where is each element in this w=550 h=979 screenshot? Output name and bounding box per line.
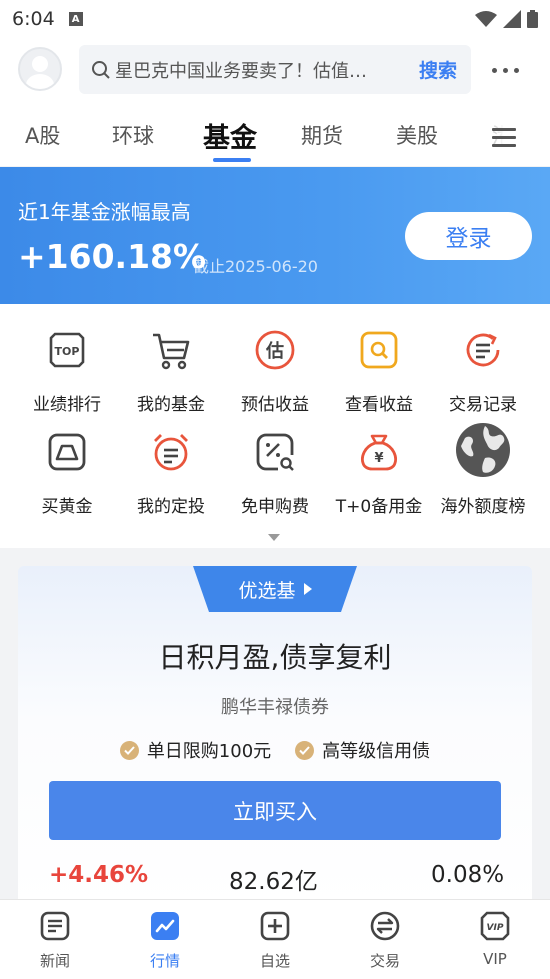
feature-label: 高等级信用债 (322, 741, 431, 762)
feature-item: 高等级信用债 (295, 737, 430, 763)
grid-item-my-auto-invest[interactable]: 我的定投 (116, 428, 226, 517)
fund-banner: 近1年基金涨幅最高 +160.18% 截止2025-06-20 登录 (0, 167, 550, 304)
grid-label: 我的定投 (137, 497, 205, 517)
search-input[interactable]: 星巴克中国业务要卖了！估值… (115, 57, 387, 83)
feature-label: 单日限购100元 (146, 741, 272, 762)
tab-futures[interactable]: 期货 (301, 120, 343, 150)
trade-record-icon (459, 326, 507, 374)
tab-funds[interactable]: 基金 (203, 116, 257, 155)
fund-shortcut-grid: TOP 业绩排行 我的基金 估 预估收益 查看收益 交易记录 买黄金 我的定投 … (0, 304, 550, 548)
grid-label: 我的基金 (137, 395, 205, 415)
grid-label: 预估收益 (241, 395, 309, 415)
nav-label: 行情 (149, 952, 180, 970)
avatar[interactable] (18, 47, 62, 91)
vip-icon: VIP (480, 911, 510, 941)
wifi-icon (475, 11, 497, 27)
nav-market[interactable]: 行情 (110, 910, 220, 971)
nav-news[interactable]: 新闻 (0, 910, 110, 971)
search-button[interactable]: 搜索 (419, 56, 457, 83)
trade-icon (370, 911, 400, 941)
nav-label: 新闻 (39, 952, 70, 970)
news-icon (40, 911, 70, 941)
grid-label: 海外额度榜 (440, 497, 526, 517)
top-header: 星巴克中国业务要卖了！估值… 搜索 (0, 38, 550, 102)
more-icon[interactable] (492, 68, 519, 73)
grid-label: 查看收益 (345, 395, 413, 415)
stat-fee: 0.08% (431, 862, 505, 888)
tab-us-stocks[interactable]: 美股 (396, 120, 438, 150)
search-bar[interactable]: 星巴克中国业务要卖了！估值… 搜索 (79, 45, 471, 94)
grid-item-buy-gold[interactable]: 买黄金 (12, 428, 122, 517)
grid-item-my-funds[interactable]: 我的基金 (116, 326, 226, 415)
grid-item-ranking[interactable]: TOP 业绩排行 (12, 326, 122, 415)
nav-watchlist[interactable]: 自选 (220, 910, 330, 971)
banner-value: +160.18% (18, 237, 207, 276)
login-button[interactable]: 登录 (405, 212, 532, 260)
tab-a-shares[interactable]: A股 (25, 120, 60, 150)
feature-item: 单日限购100元 (119, 737, 272, 763)
grid-item-trade-record[interactable]: 交易记录 (428, 326, 538, 415)
svg-text:TOP: TOP (55, 345, 80, 358)
check-icon (119, 740, 139, 760)
top-icon: TOP (43, 326, 91, 374)
battery-icon (527, 10, 538, 28)
search-icon (92, 60, 110, 79)
money-bag-icon: ¥ (355, 428, 403, 476)
estimate-icon: 估 (251, 326, 299, 374)
promo-fund-name: 鹏华丰禄债券 (221, 697, 329, 718)
grid-label: 交易记录 (449, 395, 517, 415)
status-bar: 6:04 A (0, 0, 550, 38)
nav-label: VIP (483, 950, 507, 968)
grid-label: 买黄金 (41, 497, 93, 517)
cart-icon (147, 326, 195, 374)
bottom-nav: 新闻 行情 自选 交易 VIP VIP (0, 899, 550, 979)
gold-bar-icon (43, 428, 91, 476)
grid-label: 业绩排行 (33, 395, 101, 415)
svg-text:¥: ¥ (374, 451, 383, 466)
grid-label: 免申购费 (241, 497, 309, 517)
notification-icon: A (68, 12, 83, 26)
globe-icon (455, 422, 511, 478)
promo-tag-label: 优选基 (238, 579, 296, 602)
stat-fund-size: 82.62亿 (229, 869, 318, 895)
svg-text:VIP: VIP (487, 923, 504, 933)
banner-date: 截止2025-06-20 (193, 257, 318, 276)
grid-item-view-earnings[interactable]: 查看收益 (324, 326, 434, 415)
signal-icon (503, 10, 521, 28)
promo-tag: 优选基 (193, 566, 357, 612)
status-time: 6:04 (12, 8, 55, 30)
buy-now-button[interactable]: 立即买入 (49, 781, 501, 840)
market-icon (151, 912, 179, 940)
active-tab-indicator (213, 158, 251, 162)
view-earnings-icon (355, 326, 403, 374)
promo-card[interactable]: 优选基 日积月盈,债享复利 鹏华丰禄债券 单日限购100元 高等级信用债 立即买… (18, 566, 532, 906)
stat-return: +4.46% (49, 862, 149, 888)
alarm-clock-icon (147, 428, 195, 476)
promo-features: 单日限购100元 高等级信用债 (18, 737, 532, 763)
check-icon (295, 740, 315, 760)
grid-item-estimate[interactable]: 估 预估收益 (220, 326, 330, 415)
grid-item-t0-reserve[interactable]: ¥ T+0备用金 (324, 428, 434, 517)
user-icon (26, 56, 54, 89)
tab-global[interactable]: 环球 (112, 120, 154, 150)
nav-vip[interactable]: VIP VIP (440, 910, 550, 968)
promo-title: 日积月盈,债享复利 (158, 641, 392, 674)
fee-free-icon (251, 428, 299, 476)
watchlist-icon (260, 911, 290, 941)
expand-chevron-icon[interactable] (268, 534, 280, 541)
tab-menu-icon[interactable] (488, 125, 528, 151)
grid-label: T+0备用金 (335, 497, 423, 517)
grid-item-fee-free[interactable]: 免申购费 (220, 428, 330, 517)
nav-trade[interactable]: 交易 (330, 910, 440, 971)
svg-text:估: 估 (265, 340, 284, 362)
nav-label: 交易 (369, 952, 400, 970)
banner-title: 近1年基金涨幅最高 (18, 200, 191, 224)
grid-item-overseas-quota[interactable]: 海外额度榜 (428, 423, 538, 517)
play-arrow-icon (303, 583, 312, 595)
nav-label: 自选 (259, 952, 290, 970)
market-tabs: A股 环球 基金 期货 美股 港 (0, 102, 550, 166)
